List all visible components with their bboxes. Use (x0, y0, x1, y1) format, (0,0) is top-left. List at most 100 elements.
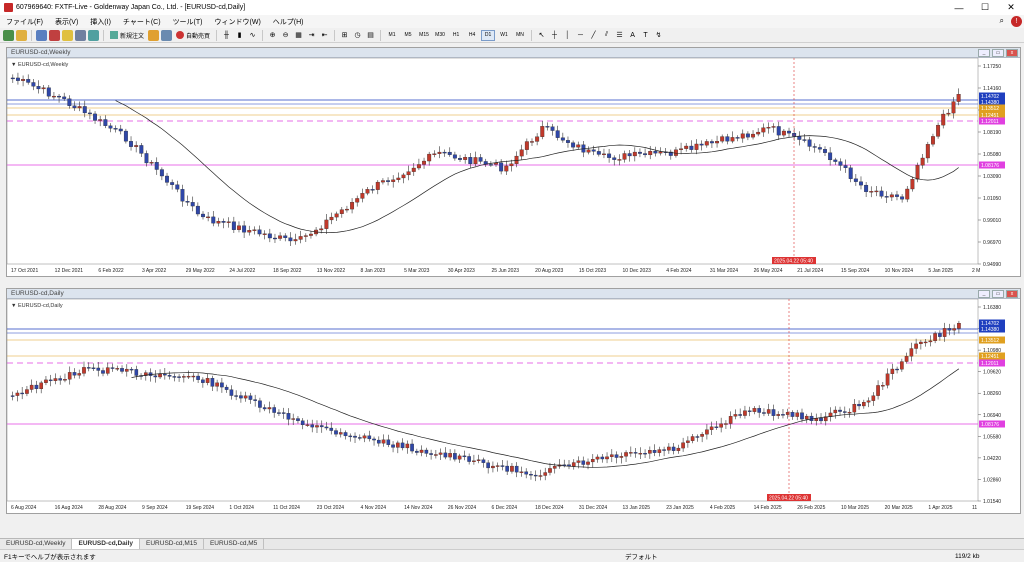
cursor-icon[interactable]: ↖ (536, 30, 547, 41)
daily-window-title: EURUSD-cd,Daily _ ▭ x (7, 289, 1020, 299)
minimize-icon[interactable]: _ (978, 290, 990, 298)
navigator-icon[interactable] (62, 29, 73, 41)
channel-icon[interactable]: ⫽ (601, 30, 612, 41)
candle-body (925, 144, 930, 159)
autoscroll-icon[interactable]: ⇥ (306, 30, 317, 41)
line-chart-icon[interactable]: ∿ (247, 30, 258, 41)
periods-icon[interactable]: ◷ (352, 30, 363, 41)
market-watch-icon[interactable] (36, 29, 47, 41)
candle-body (838, 161, 843, 166)
candle-body (684, 145, 689, 149)
timeframe-m5[interactable]: M5 (401, 30, 415, 41)
text-icon[interactable]: A (627, 30, 638, 41)
menu-help[interactable]: ヘルプ(H) (267, 17, 310, 27)
date-tick-label: 4 Feb 2024 (666, 268, 692, 274)
search-icon[interactable]: ⌕ (1000, 16, 1004, 26)
minimize-icon[interactable]: _ (978, 49, 990, 57)
menu-insert[interactable]: 挿入(I) (84, 17, 117, 27)
new-chart-icon[interactable] (3, 29, 14, 41)
arrows-icon[interactable]: ↯ (653, 30, 664, 41)
timeframe-w1[interactable]: W1 (497, 30, 511, 41)
candle-body (838, 409, 842, 412)
fibonacci-icon[interactable]: ☰ (614, 30, 625, 41)
zoom-in-icon[interactable]: ⊕ (267, 30, 278, 41)
candle-body (205, 378, 210, 383)
candle-body (524, 141, 529, 150)
tab-m15[interactable]: EURUSD-cd,M15 (140, 539, 204, 549)
menu-tools[interactable]: ツール(T) (167, 17, 209, 27)
candle-body (191, 375, 196, 378)
candle-body (752, 408, 757, 412)
chart-shift-icon[interactable]: ⇤ (319, 30, 330, 41)
timeframe-m30[interactable]: M30 (433, 30, 447, 41)
candle-body (519, 471, 524, 473)
close-icon[interactable]: x (1006, 290, 1018, 298)
vertical-line-icon[interactable]: │ (562, 30, 573, 41)
label-icon[interactable]: T (640, 30, 651, 41)
candle-body (72, 372, 77, 376)
maximize-icon[interactable]: ☐ (972, 0, 998, 15)
price-tag-label: 1.08176 (981, 422, 999, 428)
timeframe-m1[interactable]: M1 (385, 30, 399, 41)
auto-trade-button[interactable]: 自動売買 (176, 31, 210, 40)
candle-body (267, 233, 272, 239)
timeframe-m15[interactable]: M15 (417, 30, 431, 41)
timeframe-mn[interactable]: MN (513, 30, 527, 41)
tab-daily[interactable]: EURUSD-cd,Daily (72, 539, 141, 549)
data-window-icon[interactable] (49, 29, 60, 41)
signals-icon[interactable] (161, 29, 173, 41)
candlestick-icon[interactable]: ▮ (234, 30, 245, 41)
menu-window[interactable]: ウィンドウ(W) (209, 17, 267, 27)
candle-body (210, 378, 215, 387)
candle-body (82, 367, 86, 374)
candle-body (653, 150, 658, 154)
indicators-icon[interactable]: ⊞ (339, 30, 350, 41)
candle-body (400, 442, 405, 449)
candle-body (338, 432, 343, 435)
profiles-icon[interactable] (16, 29, 27, 41)
minimize-icon[interactable]: — (946, 0, 972, 15)
tester-icon[interactable] (88, 29, 99, 41)
candle-body (667, 446, 671, 451)
candle-body (115, 368, 120, 370)
templates-icon[interactable]: ▤ (365, 30, 376, 41)
candle-body (120, 368, 124, 372)
horizontal-line-icon[interactable]: ─ (575, 30, 586, 41)
timeframe-d1[interactable]: D1 (481, 29, 496, 41)
menu-view[interactable]: 表示(V) (49, 17, 84, 27)
trendline-icon[interactable]: ╱ (588, 30, 599, 41)
timeframe-h4[interactable]: H4 (465, 30, 479, 41)
notification-icon[interactable]: ! (1011, 16, 1022, 27)
candle-body (367, 435, 372, 440)
crosshair-icon[interactable]: ┼ (549, 30, 560, 41)
restore-icon[interactable]: ▭ (992, 49, 1004, 57)
candle-body (738, 414, 742, 416)
time-label: 2025.04.22 05:40 (769, 496, 808, 502)
candle-body (105, 367, 110, 374)
candle-body (928, 340, 933, 343)
timeframe-h1[interactable]: H1 (449, 30, 463, 41)
date-tick-label: 14 Nov 2024 (404, 505, 433, 511)
candle-body (817, 147, 822, 150)
tile-windows-icon[interactable]: ▦ (293, 30, 304, 41)
tab-m5[interactable]: EURUSD-cd,M5 (204, 539, 265, 549)
editor-icon[interactable] (148, 29, 160, 41)
menu-chart[interactable]: チャート(C) (117, 17, 167, 27)
candle-body (380, 180, 385, 183)
close-icon[interactable]: x (1006, 49, 1018, 57)
new-order-button[interactable]: 新規注文 (110, 31, 144, 40)
date-tick-label: 8 Jan 2023 (360, 268, 385, 274)
candle-body (211, 216, 216, 224)
weekly-chart[interactable]: ▼ EURUSD-cd,Weekly1.172501.141601.111701… (6, 57, 1020, 276)
close-icon[interactable]: ✕ (998, 0, 1024, 15)
bar-chart-icon[interactable]: ╫ (221, 30, 232, 41)
restore-icon[interactable]: ▭ (992, 290, 1004, 298)
candle-body (139, 145, 144, 154)
tab-weekly[interactable]: EURUSD-cd,Weekly (0, 539, 73, 549)
terminal-icon[interactable] (75, 29, 86, 41)
zoom-out-icon[interactable]: ⊖ (280, 30, 291, 41)
candle-body (362, 435, 367, 439)
menu-file[interactable]: ファイル(F) (0, 17, 49, 27)
daily-chart[interactable]: ▼ EURUSD-cd,Daily1.163801.136601.109801.… (6, 298, 1020, 513)
candle-body (167, 374, 172, 377)
